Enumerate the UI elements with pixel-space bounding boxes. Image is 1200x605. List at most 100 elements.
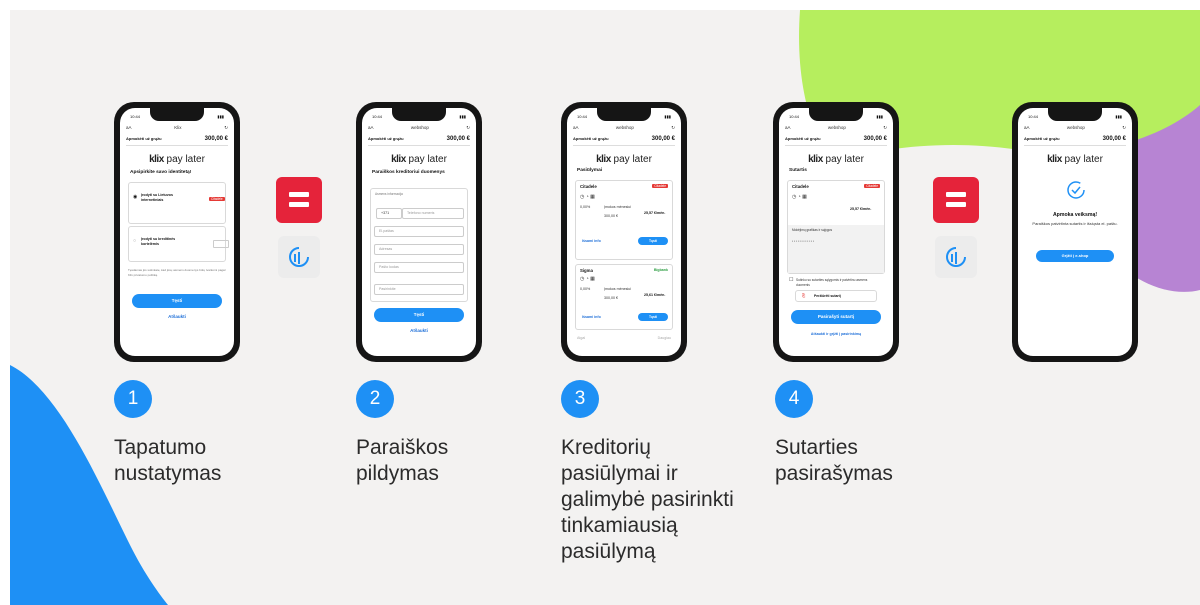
offer-name: Citadele [580,184,597,189]
return-to-shop-button[interactable]: Grįžti į e-shop [1036,250,1114,262]
contract-summary-grid: ▪ ▪ ▪ ▪ ▪ ▪ ▪ ▪ ▪ ▪ ▪ ▪ [792,239,814,243]
caption-line: pasiūlymai ir [561,462,678,485]
phone-screen: 10:44 ▮▮▮ aA Klix ↻ Apmokėti už grąžu 300,00… [120,108,234,356]
sign-contract-button[interactable]: Pasirašyti sutartį [791,310,881,324]
consent-checkbox[interactable]: ☐ [789,278,793,283]
calendar-icon: ◷ ◔ ▦ [580,194,595,200]
amount-value: 300,00 € [651,136,675,142]
address-input[interactable]: Adresas [374,244,464,255]
reload-icon[interactable]: ↻ [466,125,470,131]
amount-value: 300,00 € [863,136,887,142]
contract-offer-name: Citadele [792,184,809,189]
step-4-caption: Sutarties pasirašymas [775,435,985,487]
more-link[interactable]: Daugiau [658,336,671,341]
browser-bar: aA webshop ↻ [1024,125,1126,131]
identity-option-card[interactable]: ○ Įrodyti su kreditinės kortelėmis [128,226,229,262]
amount-value: 300,00 € [1102,136,1126,142]
browser-url: Klix [174,125,182,130]
browser-bar: aA Klix ↻ [126,125,228,131]
klix-logo: klix pay later [779,154,893,165]
caption-line: galimybė pasirinkti [561,488,734,511]
contract-summary-panel: Mokėjimų grafikas ir sąlygos ▪ ▪ ▪ ▪ ▪ ▪… [788,225,884,273]
phone-notch [392,107,446,121]
amount-label: Apmokėti už grąžu [126,136,162,141]
font-size-icon[interactable]: aA [573,125,579,131]
screen-heading: Sutartis [789,168,807,173]
amount-value: 300,00 € [204,136,228,142]
reload-icon[interactable]: ↻ [224,125,228,131]
contract-document-link[interactable]: ⎘ Peržiūrėti sutartį [795,290,877,302]
signal-icon: ▮▮▮ [664,114,671,119]
font-size-icon[interactable]: aA [368,125,374,131]
phone-prefix-select[interactable]: +371 [376,208,402,219]
phone-screen: 10:44 ▮▮▮ aA webshop ↻ Apmokėti už grąžu 300… [1018,108,1132,356]
select-dropdown[interactable]: Pasirinkite [374,284,464,295]
logo-bold: klix [808,154,823,165]
amount-row: Apmokėti už grąžu 300,00 € [785,136,887,146]
phone-input[interactable]: Telefono numeris [402,208,464,219]
offer-sum: 300,00 € [604,296,618,300]
logo-bold: klix [596,154,611,165]
reload-icon[interactable]: ↻ [883,125,887,131]
klix-logo: klix pay later [567,154,681,165]
continue-button[interactable]: Tęsti [132,294,222,308]
cancel-and-return-link[interactable]: Atšaukti ir grįžti į pasirinkimą [779,332,893,336]
step-1-badge: 1 [114,380,152,418]
phone-3: 10:44 ▮▮▮ aA webshop ↻ Apmokėti už grąžu 300… [561,102,687,362]
reload-icon[interactable]: ↻ [671,125,675,131]
phone-notch [150,107,204,121]
caption-line: Kreditorių [561,436,651,459]
offer-badge: Citadele [652,184,668,188]
signal-icon: ▮▮▮ [1115,114,1122,119]
continue-button[interactable]: Tęsti [374,308,464,322]
reload-icon[interactable]: ↻ [1122,125,1126,131]
phone-screen: 10:44 ▮▮▮ aA webshop ↻ Apmokėti už grąžu 300… [567,108,681,356]
browser-url: webshop [615,125,634,130]
klix-mark-icon [935,236,977,278]
phone-screen: 10:44 ▮▮▮ aA webshop ↻ Apmokėti už grąžu 300… [779,108,893,356]
browser-url: webshop [410,125,429,130]
logo-bold: klix [391,154,406,165]
font-size-icon[interactable]: aA [1024,125,1030,131]
amount-label: Apmokėti už grąžu [368,136,404,141]
equals-icon [933,177,979,223]
offer-details-link[interactable]: Išsami info [582,239,601,244]
card-logo-icon [213,240,229,248]
klix-logo: klix pay later [1018,154,1132,165]
offer-select-button[interactable]: Tęsti [638,237,668,245]
identity-option-bank[interactable]: ◉ Įrodyti su Lietuvos internetiniais Cit… [128,182,226,224]
postal-code-input[interactable]: Pašto kodas [374,262,464,273]
success-check-icon [1067,181,1085,199]
screen-heading: Apsipirkite savo identitetą! [130,170,192,175]
signal-icon: ▮▮▮ [876,114,883,119]
status-time: 10:44 [789,114,800,119]
offer-card: Sigma Bigbank ◷ ◔ ▦ 0,00% Įmokos mėnesiu… [575,264,673,330]
amount-label: Apmokėti už grąžu [1024,136,1060,141]
font-size-icon[interactable]: aA [785,125,791,131]
cancel-link[interactable]: Atšaukti [362,328,476,333]
amount-row: Apmokėti už grąžu 300,00 € [126,136,228,146]
caption-line: Tapatumo [114,436,207,459]
email-input[interactable]: El.paštas [374,226,464,237]
back-link[interactable]: Atgal [577,336,585,341]
offer-monthly: 25,57 €/mėn. [644,211,666,215]
amount-row: Apmokėti už grąžu 300,00 € [573,136,675,146]
radio-empty-icon[interactable]: ○ [133,239,136,244]
cancel-link[interactable]: Atšaukti [120,314,234,319]
font-size-icon[interactable]: aA [126,125,132,131]
offer-select-button[interactable]: Tęsti [638,313,668,321]
contract-badge: Citadele [864,184,880,188]
screen-heading: Pasiūlymai [577,168,603,173]
amount-value: 300,00 € [446,136,470,142]
status-time: 10:44 [577,114,588,119]
status-time: 10:44 [1028,114,1039,119]
offer-term: Įmokos mėnesiui [604,287,631,291]
option1-label: Įrodyti su Lietuvos internetiniais [141,193,173,202]
contract-monthly: 25,57 €/mėn. [850,207,872,211]
amount-row: Apmokėti už grąžu 300,00 € [1024,136,1126,146]
amount-row: Apmokėti už grąžu 300,00 € [368,136,470,146]
offer-details-link[interactable]: Išsami info [582,315,601,320]
phone-5: 10:44 ▮▮▮ aA webshop ↻ Apmokėti už grąžu 300… [1012,102,1138,362]
klix-logo: klix pay later [120,154,234,165]
radio-selected-icon[interactable]: ◉ [133,195,137,200]
